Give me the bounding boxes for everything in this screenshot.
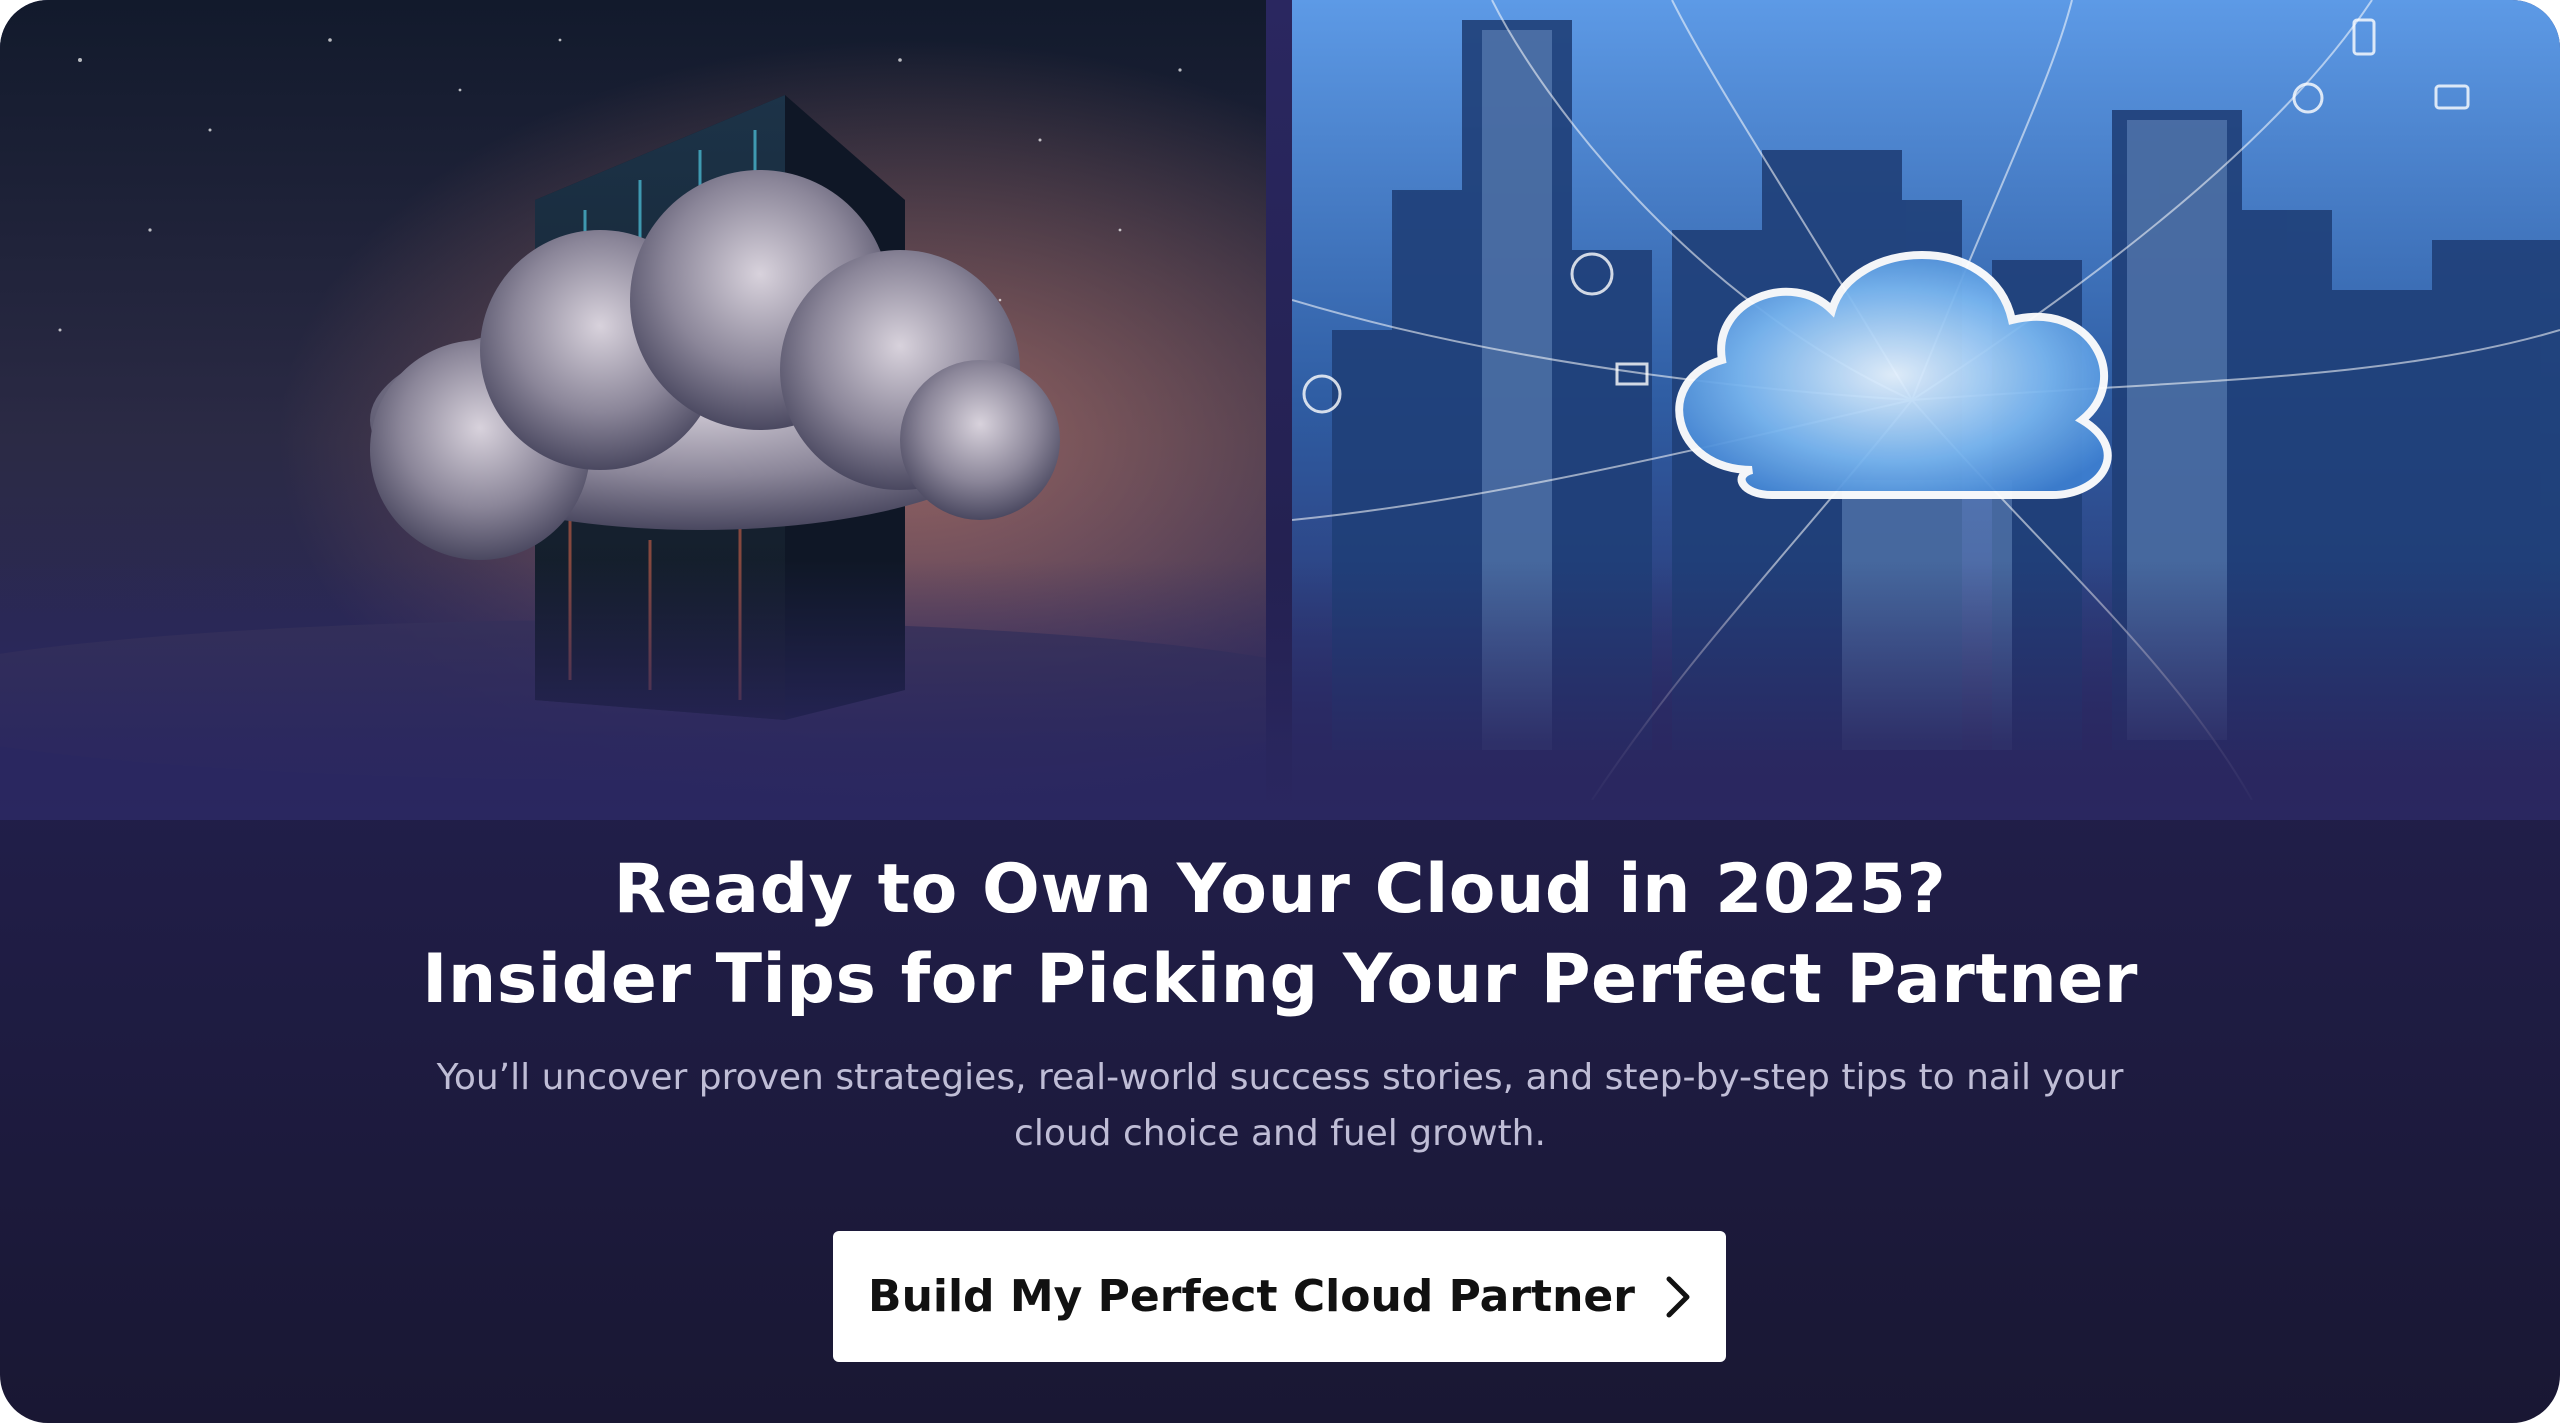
banner-headline: Ready to Own Your Cloud in 2025? Insider… [0, 845, 2560, 1025]
city-cloud-image [1292, 0, 2560, 800]
chevron-right-icon [1666, 1276, 1690, 1317]
cta-label: Build My Perfect Cloud Partner [868, 1271, 1635, 1322]
server-cloud-image [0, 0, 1266, 800]
build-cloud-partner-button[interactable]: Build My Perfect Cloud Partner [833, 1231, 1726, 1362]
headline-line-1: Ready to Own Your Cloud in 2025? [613, 850, 1947, 929]
promo-banner: Ready to Own Your Cloud in 2025? Insider… [0, 0, 2560, 1423]
headline-line-2: Insider Tips for Picking Your Perfect Pa… [422, 940, 2138, 1019]
banner-description: You’ll uncover proven strategies, real-w… [436, 1057, 2124, 1154]
